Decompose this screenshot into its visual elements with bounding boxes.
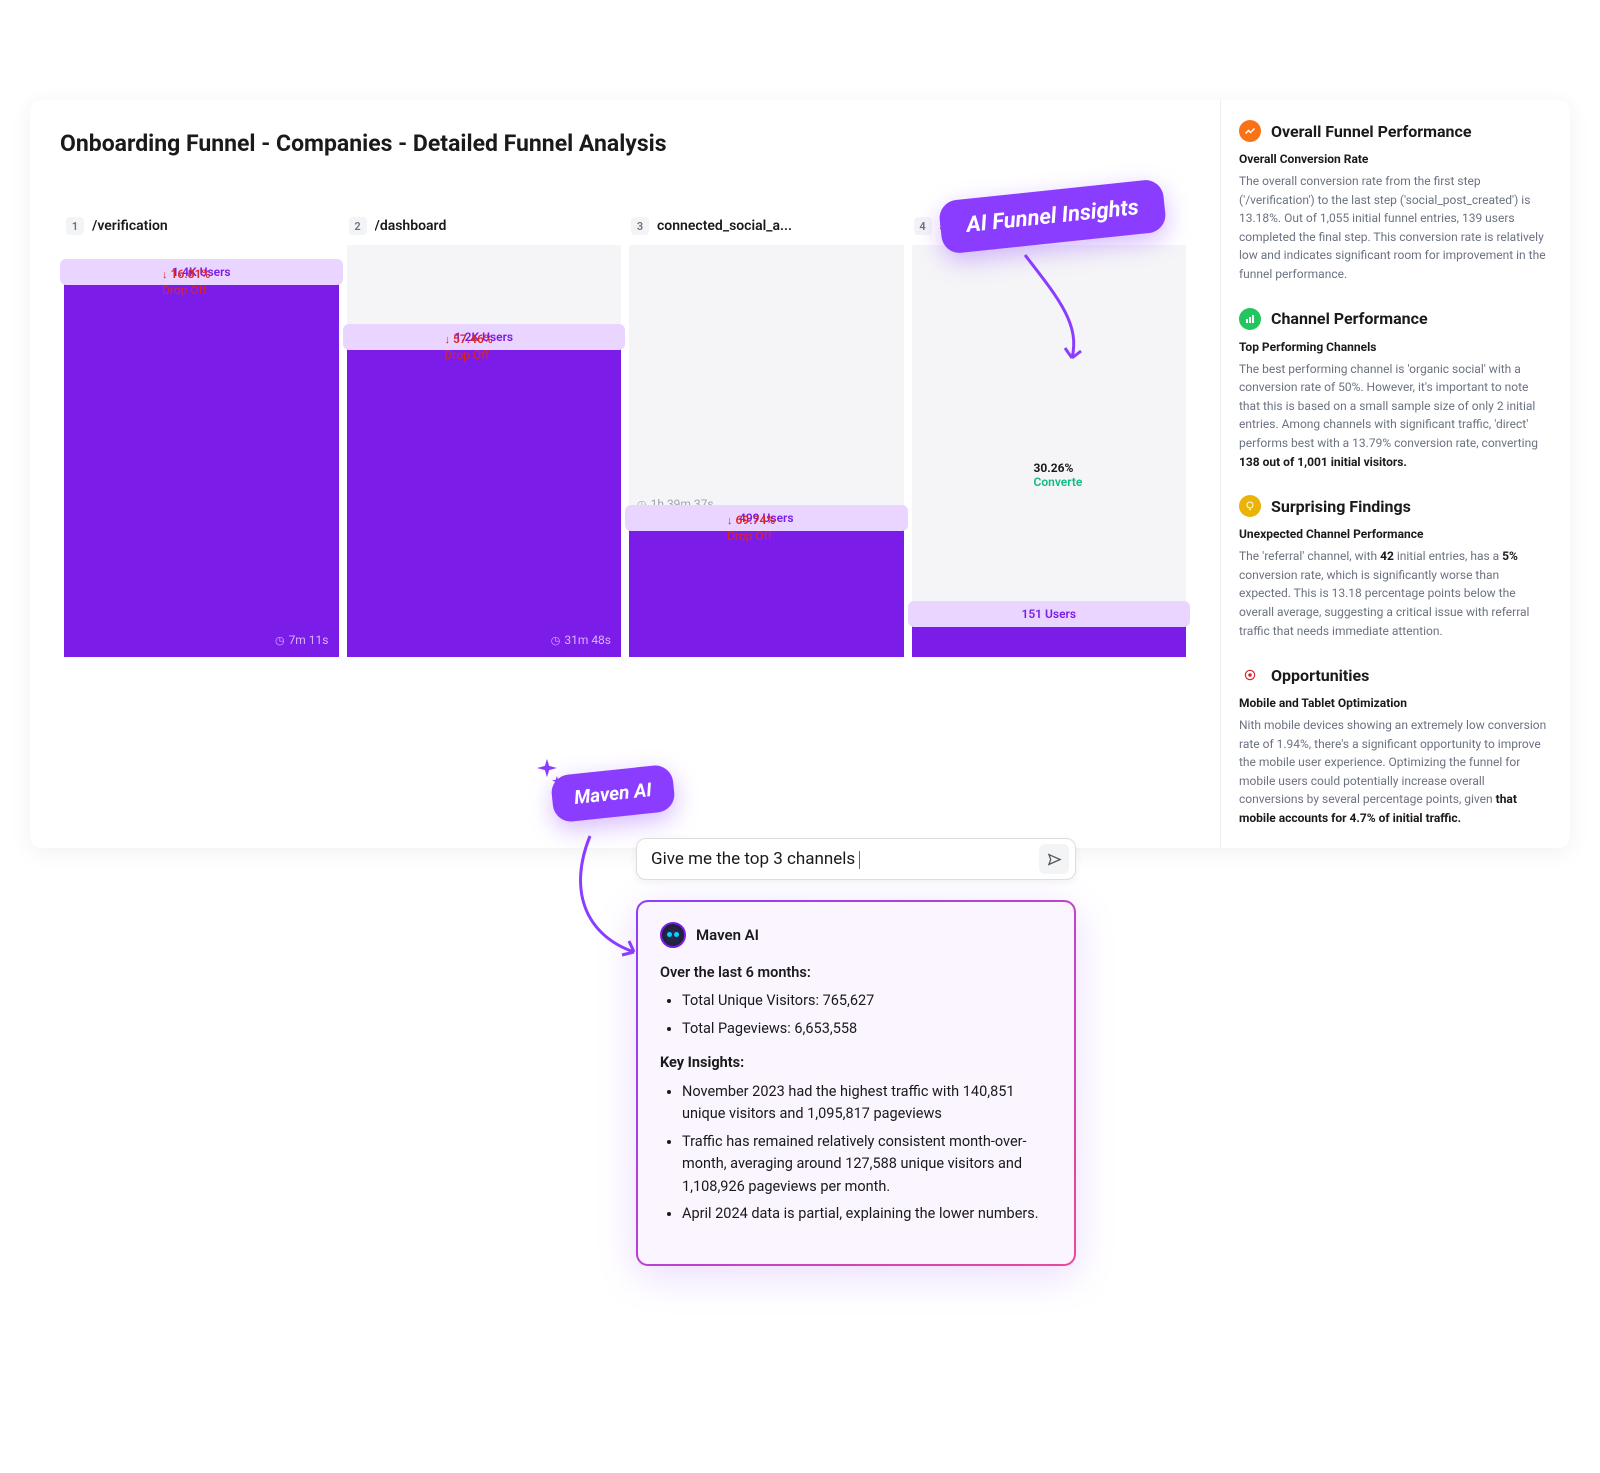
target-icon <box>1239 664 1261 686</box>
list-item: Traffic has remained relatively consiste… <box>682 1131 1052 1198</box>
list-item: Total Unique Visitors: 765,627 <box>682 990 1052 1012</box>
arrow-down-icon <box>445 332 451 346</box>
maven-name: Maven AI <box>696 926 759 944</box>
arrow-funnel <box>1010 250 1130 370</box>
step-number: 4 <box>914 217 932 235</box>
drop-off-label: 57.46%Drop Off <box>445 332 493 362</box>
insight-subtitle: Top Performing Channels <box>1239 340 1552 354</box>
bar-track: 499 Users69.74%Drop Off1h 39m 37s <box>629 245 904 657</box>
step-name: connected_social_a... <box>657 218 792 234</box>
drop-off-label: 69.74%Drop Off <box>727 513 775 543</box>
insights-sidebar: Overall Funnel Performance Overall Conver… <box>1220 100 1570 848</box>
bar-fill <box>64 273 339 657</box>
callout-text: Maven AI <box>573 778 653 809</box>
arrow-down-icon <box>727 513 733 527</box>
maven-body: Over the last 6 months:Total Unique Visi… <box>660 962 1052 1226</box>
step-time: 31m 48s <box>551 633 611 647</box>
convert-label: 30.26%Converte <box>1034 461 1083 489</box>
insight-title: Surprising Findings <box>1271 497 1411 516</box>
insight-subtitle: Mobile and Tablet Optimization <box>1239 696 1552 710</box>
maven-response: Maven AI Over the last 6 months:Total Un… <box>636 900 1076 1266</box>
insight-body: The best performing channel is 'organic … <box>1239 360 1552 472</box>
text-cursor <box>859 851 860 869</box>
chart-icon <box>1239 120 1261 142</box>
step-number: 2 <box>349 217 367 235</box>
insight-title: Channel Performance <box>1271 309 1428 328</box>
send-button[interactable] <box>1039 844 1069 874</box>
funnel-step[interactable]: 2/dashboard1.2K Users57.46%Drop Off31m 4… <box>343 217 626 657</box>
funnel-step[interactable]: 1/verification1.4K Users16.81%Drop Off7m… <box>60 217 343 657</box>
arrow-down-icon <box>162 267 168 281</box>
prompt-text: Give me the top 3 channels <box>651 849 855 869</box>
users-badge: 151 Users <box>908 601 1191 627</box>
drop-off-label: 16.81%Drop Off <box>162 267 210 297</box>
step-time: 7m 11s <box>275 633 329 647</box>
insight-body: The overall conversion rate from the fir… <box>1239 172 1552 284</box>
step-number: 1 <box>66 217 84 235</box>
insight-body: The 'referral' channel, with 42 initial … <box>1239 547 1552 640</box>
step-number: 3 <box>631 217 649 235</box>
bar-track: 1.2K Users57.46%Drop Off31m 48s <box>347 245 622 657</box>
funnel-step[interactable]: 3 connected_social_a... 499 Users69.74%Dro… <box>625 217 908 657</box>
insight-block: Opportunities Mobile and Tablet Optimizat… <box>1239 664 1552 828</box>
list-item: April 2024 data is partial, explaining t… <box>682 1203 1052 1225</box>
insight-block: Surprising Findings Unexpected Channel Pe… <box>1239 495 1552 640</box>
callout-text: AI Funnel Insights <box>965 195 1140 238</box>
step-name: /verification <box>92 218 168 234</box>
maven-prompt-input[interactable]: Give me the top 3 channels <box>636 838 1076 880</box>
insight-title: Overall Funnel Performance <box>1271 122 1471 141</box>
clock-icon <box>551 633 561 647</box>
insight-subtitle: Overall Conversion Rate <box>1239 152 1552 166</box>
list-item: Total Pageviews: 6,653,558 <box>682 1018 1052 1040</box>
bar-track: 1.4K Users16.81%Drop Off7m 11s <box>64 245 339 657</box>
insight-block: Overall Funnel Performance Overall Conver… <box>1239 120 1552 284</box>
insight-body: Nith mobile devices showing an extremely… <box>1239 716 1552 828</box>
bar-fill <box>347 338 622 657</box>
step-name: /dashboard <box>375 218 447 234</box>
insight-title: Opportunities <box>1271 666 1369 685</box>
send-icon <box>1047 852 1062 867</box>
page-title: Onboarding Funnel - Companies - Detailed… <box>60 130 1190 157</box>
bulb-icon <box>1239 495 1261 517</box>
insight-block: Channel Performance Top Performing Channe… <box>1239 308 1552 472</box>
maven-avatar-icon <box>660 922 686 948</box>
dashboard-card: Onboarding Funnel - Companies - Detailed… <box>30 100 1570 848</box>
clock-icon <box>275 633 285 647</box>
list-item: November 2023 had the highest traffic wi… <box>682 1081 1052 1126</box>
bars-icon <box>1239 308 1261 330</box>
insight-subtitle: Unexpected Channel Performance <box>1239 527 1552 541</box>
maven-chat: Give me the top 3 channels Maven AI Over… <box>636 838 1076 1266</box>
